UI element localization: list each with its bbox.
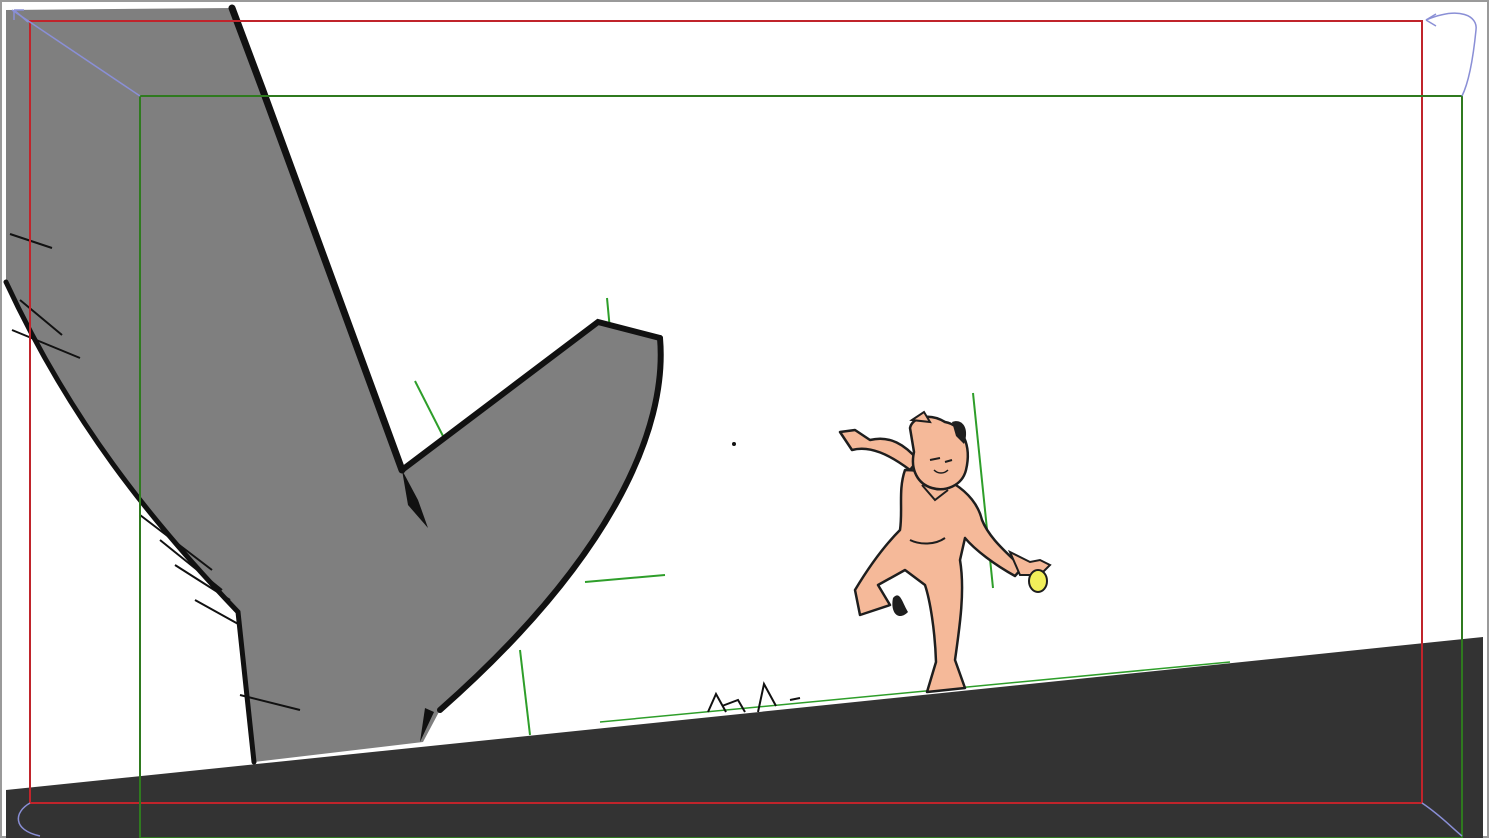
tail [892, 595, 908, 617]
ball [1028, 569, 1048, 593]
storyboard-canvas [0, 0, 1490, 838]
guide-line [584, 574, 666, 583]
guide-line [414, 380, 446, 441]
camera-path-line [1425, 12, 1477, 97]
grass-tuft [707, 442, 801, 713]
ground-slope [6, 637, 1483, 838]
character-figure [838, 410, 1052, 694]
guide-line [519, 649, 531, 736]
tree-trunk [3, 4, 664, 765]
storyboard-panel [0, 0, 1489, 838]
